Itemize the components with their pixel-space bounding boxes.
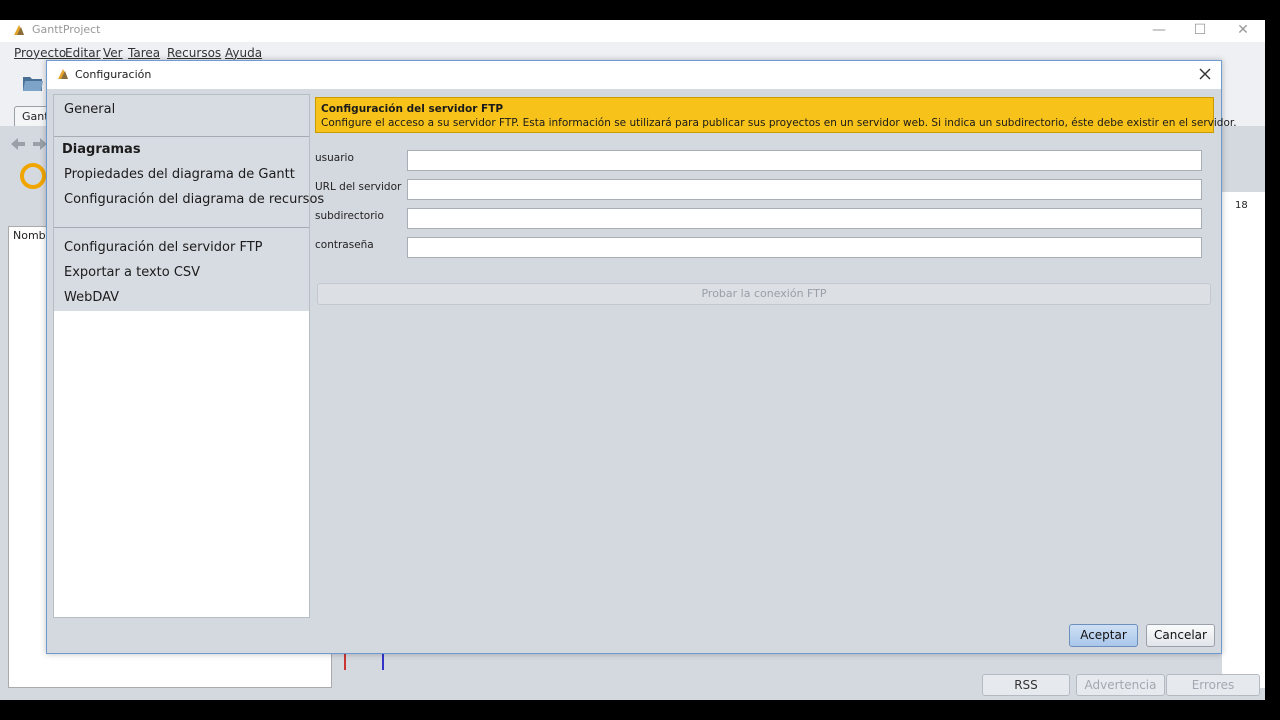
accept-button[interactable]: Aceptar xyxy=(1069,624,1138,647)
menu-ver[interactable]: Ver xyxy=(103,46,123,60)
back-arrow-icon[interactable] xyxy=(11,138,25,150)
subdirectory-label: subdirectorio xyxy=(315,210,384,222)
menu-proyecto[interactable]: Proyecto xyxy=(14,46,66,60)
menu-editar[interactable]: Editar xyxy=(65,46,101,60)
password-field[interactable] xyxy=(407,237,1202,258)
menu-ayuda[interactable]: Ayuda xyxy=(225,46,262,60)
ganttproject-g-logo-icon xyxy=(20,163,46,189)
menubar: Proyecto Editar Ver Tarea Recursos Ayuda xyxy=(0,42,1265,62)
gantt-chart-area[interactable]: 18 xyxy=(1222,192,1265,688)
nav-item-general[interactable]: General xyxy=(64,102,115,117)
ganttproject-logo-icon xyxy=(14,25,24,35)
banner-description: Configure el acceso a su servidor FTP. E… xyxy=(321,117,1237,129)
dialog-titlebar: Configuración xyxy=(47,61,1221,89)
section-banner: Configuración del servidor FTP Configure… xyxy=(315,97,1237,133)
settings-nav: General Diagramas Propiedades del diagra… xyxy=(53,94,324,618)
nav-item-gantt-properties[interactable]: Propiedades del diagrama de Gantt xyxy=(64,167,295,182)
nav-item-csv-export[interactable]: Exportar a texto CSV xyxy=(64,265,200,280)
column-header-name: Nombr xyxy=(13,229,51,242)
timeline-day-label: 18 xyxy=(1235,200,1248,211)
nav-item-ftp-config[interactable]: Configuración del servidor FTP xyxy=(64,240,262,255)
nav-separator xyxy=(54,136,309,137)
open-folder-icon[interactable] xyxy=(22,74,44,92)
minimize-icon[interactable]: — xyxy=(1137,20,1181,42)
server-url-field[interactable] xyxy=(407,179,1202,200)
tab-gantt[interactable]: Gant xyxy=(14,106,50,126)
forward-arrow-icon[interactable] xyxy=(33,138,47,150)
user-field[interactable] xyxy=(407,150,1202,171)
rss-button[interactable]: RSS xyxy=(982,674,1070,696)
nav-section-diagramas: Diagramas xyxy=(62,142,141,157)
warning-button[interactable]: Advertencia xyxy=(1076,674,1165,696)
cancel-button[interactable]: Cancelar xyxy=(1146,624,1215,647)
banner-title: Configuración del servidor FTP xyxy=(321,103,504,115)
main-titlebar: GanttProject — ☐ ✕ xyxy=(0,20,1265,42)
server-url-label: URL del servidor xyxy=(315,181,402,193)
nav-separator xyxy=(54,227,309,228)
ganttproject-logo-icon xyxy=(58,69,68,79)
nav-item-webdav[interactable]: WebDAV xyxy=(64,290,119,305)
main-window-title: GanttProject xyxy=(32,23,101,36)
password-label: contraseña xyxy=(315,239,374,251)
menu-recursos[interactable]: Recursos xyxy=(167,46,221,60)
maximize-icon[interactable]: ☐ xyxy=(1178,20,1222,42)
close-icon[interactable] xyxy=(1197,66,1213,82)
test-ftp-connection-button[interactable]: Probar la conexión FTP xyxy=(317,283,1211,305)
ftp-settings-panel: Configuración del servidor FTP Configure… xyxy=(315,97,1237,617)
settings-nav-list: General Diagramas Propiedades del diagra… xyxy=(54,95,324,311)
menu-tarea[interactable]: Tarea xyxy=(128,46,160,60)
dialog-title: Configuración xyxy=(75,68,152,81)
configuration-dialog: Configuración General Diagramas Propieda… xyxy=(46,60,1237,654)
errors-button[interactable]: Errores xyxy=(1166,674,1260,696)
close-window-icon[interactable]: ✕ xyxy=(1221,20,1265,42)
subdirectory-field[interactable] xyxy=(407,208,1202,229)
nav-item-resource-config[interactable]: Configuración del diagrama de recursos xyxy=(64,192,324,207)
user-label: usuario xyxy=(315,152,354,164)
tab-gantt-label: Gant xyxy=(22,110,49,123)
